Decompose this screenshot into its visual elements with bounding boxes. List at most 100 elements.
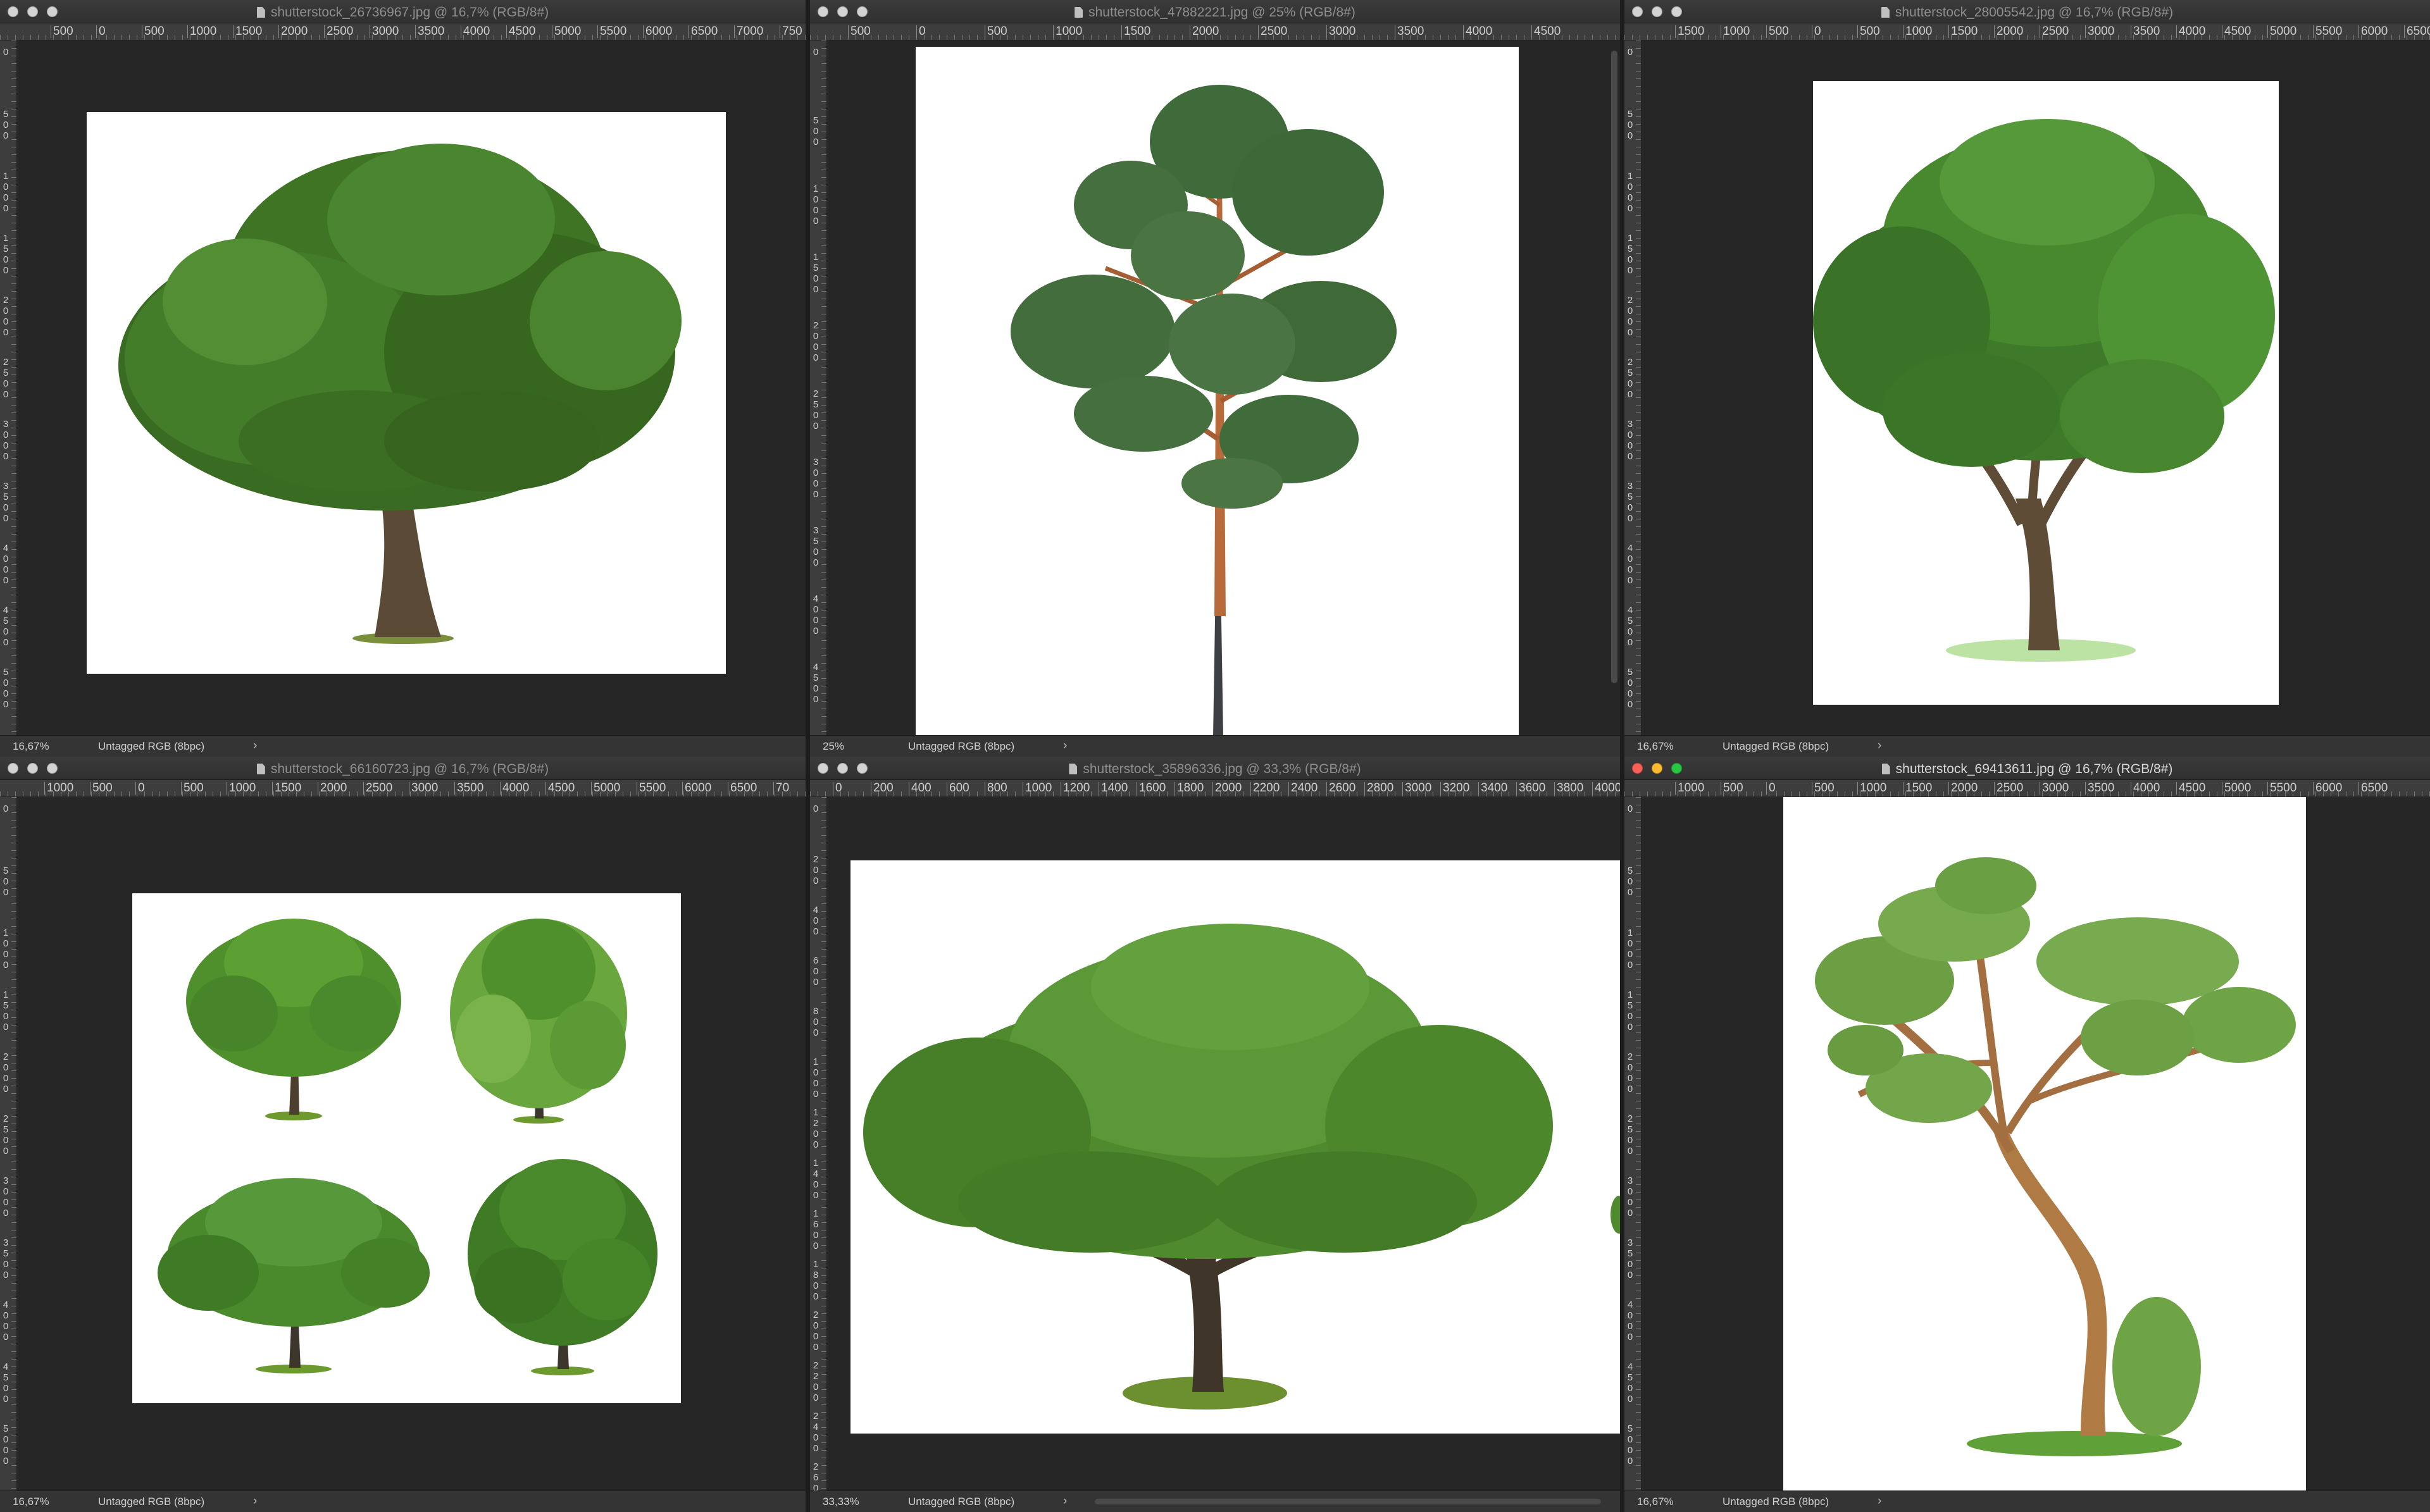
ruler-tick-label: 1000 xyxy=(1857,782,1886,795)
ruler-tick-label: 3000 xyxy=(1627,1175,1633,1218)
tree-image xyxy=(1813,119,2275,662)
canvas-area[interactable] xyxy=(17,797,806,1490)
zoom-level[interactable]: 25% xyxy=(823,740,844,753)
document-window-1[interactable]: shutterstock_26736967.jpg @ 16,7% (RGB/8… xyxy=(0,0,806,757)
ruler-tick-label: 1500 xyxy=(3,989,9,1032)
document-icon xyxy=(256,7,265,18)
zoom-level[interactable]: 16,67% xyxy=(1637,740,1674,753)
title-bar[interactable]: shutterstock_35896336.jpg @ 33,3% (RGB/8… xyxy=(810,757,1620,780)
status-menu-arrow[interactable]: › xyxy=(1063,1494,1067,1508)
status-menu-arrow[interactable]: › xyxy=(1878,1494,1881,1508)
zoom-level[interactable]: 16,67% xyxy=(1637,1496,1674,1508)
horizontal-ruler[interactable]: 1000 500 0 500 1000 1500 2000 2500 3000 3500 4000 4… xyxy=(0,780,806,797)
title-bar[interactable]: shutterstock_26736967.jpg @ 16,7% (RGB/8… xyxy=(0,0,806,23)
window-title-text: shutterstock_69413611.jpg @ 16,7% (RGB/8… xyxy=(1895,762,2173,776)
ruler-tick-label: 2400 xyxy=(813,1411,819,1454)
vertical-scrollbar[interactable] xyxy=(1611,51,1617,683)
ruler-tick-label: 0 xyxy=(135,782,145,795)
ruler-tick-label: 3200 xyxy=(1440,782,1469,795)
document-window-6[interactable]: shutterstock_69413611.jpg @ 16,7% (RGB/8… xyxy=(1624,757,2430,1512)
ruler-tick-label: 500 xyxy=(1721,782,1743,795)
document-image[interactable] xyxy=(1813,81,2279,705)
document-image[interactable] xyxy=(1783,797,2306,1490)
horizontal-scrollbar[interactable] xyxy=(1095,1499,1601,1504)
ruler-tick-label: 3000 xyxy=(1326,25,1355,38)
horizontal-ruler[interactable]: 1000 500 0 500 1000 1500 2000 2500 3000 3500 4000 4… xyxy=(1624,780,2430,797)
vertical-ruler[interactable]: 0 500 1000 1500 2000 2500 3000 3500 4000 4500 xyxy=(810,40,827,735)
ruler-tick-label: 200 xyxy=(813,854,819,886)
tree-image xyxy=(1815,857,2296,1456)
document-profile: Untagged RGB (8bpc) xyxy=(98,740,205,752)
ruler-tick-label: 4000 xyxy=(2176,25,2205,38)
ruler-tick-label: 4500 xyxy=(1627,1361,1633,1404)
ruler-tick-label: 3400 xyxy=(1478,782,1507,795)
document-image[interactable] xyxy=(132,893,681,1403)
document-icon xyxy=(1075,7,1083,18)
ruler-tick-label: 5000 xyxy=(2267,25,2296,38)
canvas-area[interactable] xyxy=(827,797,1620,1490)
horizontal-ruler[interactable]: 500 0 500 1000 1500 2000 2500 3000 3500 4000 4500 xyxy=(810,23,1620,40)
status-menu-arrow[interactable]: › xyxy=(1063,739,1067,753)
ruler-tick-label: 2500 xyxy=(1627,357,1633,400)
status-bar: 25% Untagged RGB (8bpc) › xyxy=(810,735,1620,757)
window-title-text: shutterstock_35896336.jpg @ 33,3% (RGB/8… xyxy=(1083,762,1361,776)
vertical-ruler[interactable]: 0 200 400 600 800 1000 1200 1400 1600 1800 2000 220… xyxy=(810,797,827,1490)
document-profile: Untagged RGB (8bpc) xyxy=(1723,740,1829,752)
ruler-tick-label: 4500 xyxy=(1531,25,1561,38)
horizontal-ruler[interactable]: 0 200 400 600 800 1000 1200 1400 1600 1800 2000 220… xyxy=(810,780,1620,797)
document-window-4[interactable]: shutterstock_66160723.jpg @ 16,7% (RGB/8… xyxy=(0,757,806,1512)
ruler-tick-label: 3500 xyxy=(2131,25,2160,38)
ruler-tick-label: 2000 xyxy=(1627,1051,1633,1094)
canvas-area[interactable] xyxy=(1642,797,2430,1490)
ruler-tick-label: 1000 xyxy=(187,25,216,38)
vertical-ruler[interactable]: 0 500 1000 1500 2000 2500 3000 3500 4000 4500 5000 xyxy=(0,40,17,735)
ruler-tick-label: 2200 xyxy=(813,1360,819,1403)
document-profile: Untagged RGB (8bpc) xyxy=(908,1496,1015,1508)
ruler-tick-label: 4000 xyxy=(461,25,490,38)
document-icon xyxy=(256,764,265,774)
ruler-tick-label: 1000 xyxy=(1675,782,1704,795)
document-profile: Untagged RGB (8bpc) xyxy=(908,740,1015,752)
title-bar[interactable]: shutterstock_69413611.jpg @ 16,7% (RGB/8… xyxy=(1624,757,2430,780)
ruler-tick-label: 2000 xyxy=(813,1310,819,1353)
ruler-tick-label: 400 xyxy=(909,782,932,795)
ruler-tick-label: 1000 xyxy=(813,1057,819,1100)
document-image[interactable] xyxy=(916,47,1519,735)
document-image[interactable] xyxy=(850,860,1620,1434)
vertical-ruler[interactable]: 0 500 1000 1500 2000 2500 3000 3500 4000 4500 5000 xyxy=(0,797,17,1490)
document-window-2[interactable]: shutterstock_47882221.jpg @ 25% (RGB/8#)… xyxy=(810,0,1620,757)
ruler-tick-label: 3000 xyxy=(813,457,819,500)
zoom-level[interactable]: 33,33% xyxy=(823,1496,859,1508)
document-window-3[interactable]: shutterstock_28005542.jpg @ 16,7% (RGB/8… xyxy=(1624,0,2430,757)
ruler-tick-label: 3500 xyxy=(415,25,444,38)
title-bar[interactable]: shutterstock_28005542.jpg @ 16,7% (RGB/8… xyxy=(1624,0,2430,23)
vertical-ruler[interactable]: 0 500 1000 1500 2000 2500 3000 3500 4000 4500 5000 xyxy=(1624,40,1642,735)
canvas-area[interactable] xyxy=(17,40,806,735)
title-bar[interactable]: shutterstock_47882221.jpg @ 25% (RGB/8#) xyxy=(810,0,1620,23)
document-window-5[interactable]: shutterstock_35896336.jpg @ 33,3% (RGB/8… xyxy=(810,757,1620,1512)
window-title: shutterstock_26736967.jpg @ 16,7% (RGB/8… xyxy=(0,5,806,20)
horizontal-ruler[interactable]: 500 0 500 1000 1500 2000 2500 3000 3500 4000 4500 5… xyxy=(0,23,806,40)
ruler-tick-label: 0 xyxy=(1766,782,1776,795)
canvas-area[interactable] xyxy=(1642,40,2430,735)
canvas-area[interactable] xyxy=(827,40,1620,735)
ruler-tick-label: 3000 xyxy=(409,782,438,795)
horizontal-ruler[interactable]: 1500 1000 500 0 500 1000 1500 2000 2500 3000 3500 4… xyxy=(1624,23,2430,40)
ruler-tick-label: 2000 xyxy=(1190,25,1219,38)
document-image[interactable] xyxy=(87,112,726,674)
ruler-tick-label: 6000 xyxy=(2313,782,2342,795)
ruler-tick-label: 2500 xyxy=(3,357,9,400)
ruler-tick-label: 3000 xyxy=(1627,419,1633,462)
status-menu-arrow[interactable]: › xyxy=(253,739,257,753)
title-bar[interactable]: shutterstock_66160723.jpg @ 16,7% (RGB/8… xyxy=(0,757,806,780)
status-menu-arrow[interactable]: › xyxy=(1878,739,1881,753)
ruler-tick-label: 2500 xyxy=(1994,782,2023,795)
ruler-tick-label: 1500 xyxy=(1675,25,1704,38)
ruler-tick-label: 2800 xyxy=(1364,782,1393,795)
ruler-tick-label: 4500 xyxy=(506,25,535,38)
zoom-level[interactable]: 16,67% xyxy=(13,740,49,753)
ruler-tick-label: 500 xyxy=(3,109,9,141)
status-menu-arrow[interactable]: › xyxy=(253,1494,257,1508)
vertical-ruler[interactable]: 0 500 1000 1500 2000 2500 3000 3500 4000 4500 5000 xyxy=(1624,797,1642,1490)
zoom-level[interactable]: 16,67% xyxy=(13,1496,49,1508)
